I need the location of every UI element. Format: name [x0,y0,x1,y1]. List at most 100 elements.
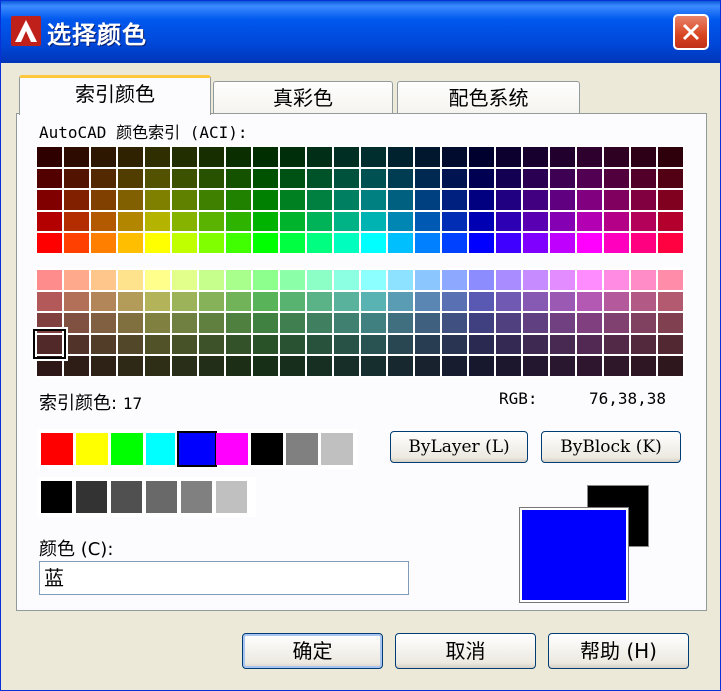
palette-cell[interactable] [577,168,602,188]
palette-cell[interactable] [280,147,305,167]
palette-cell[interactable] [91,211,116,231]
palette-cell[interactable] [496,147,521,167]
tab-color-books[interactable]: 配色系统 [397,81,580,115]
palette-cell[interactable] [253,313,278,333]
palette-cell[interactable] [334,233,359,253]
palette-cell[interactable] [226,313,251,333]
palette-cell[interactable] [307,356,332,376]
palette-cell[interactable] [523,270,548,290]
palette-cell[interactable] [253,334,278,354]
palette-cell[interactable] [199,291,224,311]
palette-cell[interactable] [577,270,602,290]
palette-cell[interactable] [631,233,656,253]
palette-cell[interactable] [442,270,467,290]
palette-cell[interactable] [91,233,116,253]
palette-cell[interactable] [64,211,89,231]
palette-cell[interactable] [523,356,548,376]
palette-cell[interactable] [145,334,170,354]
palette-cell[interactable] [253,291,278,311]
palette-cell[interactable] [172,168,197,188]
palette-cell[interactable] [469,147,494,167]
palette-cell[interactable] [577,190,602,210]
close-button[interactable] [673,14,709,50]
palette-cell[interactable] [361,334,386,354]
palette-cell[interactable] [496,168,521,188]
palette-cell[interactable] [280,168,305,188]
palette-cell[interactable] [307,334,332,354]
palette-cell[interactable] [388,147,413,167]
palette-cell[interactable] [253,211,278,231]
palette-cell[interactable] [469,291,494,311]
palette-cell[interactable] [631,270,656,290]
palette-cell[interactable] [226,270,251,290]
palette-cell[interactable] [550,313,575,333]
palette-cell[interactable] [199,334,224,354]
palette-cell[interactable] [577,233,602,253]
cancel-button[interactable]: 取消 [395,633,536,669]
palette-cell[interactable] [253,190,278,210]
palette-cell[interactable] [550,147,575,167]
ok-button[interactable]: 确定 [242,633,383,669]
palette-cell[interactable] [118,334,143,354]
palette-cell[interactable] [415,313,440,333]
palette-cell[interactable] [280,211,305,231]
palette-cell[interactable] [226,211,251,231]
palette-cell[interactable] [658,211,683,231]
palette-cell[interactable] [118,291,143,311]
palette-cell[interactable] [280,334,305,354]
palette-cell[interactable] [442,190,467,210]
palette-cell[interactable] [550,233,575,253]
palette-cell[interactable] [415,190,440,210]
palette-cell[interactable] [307,313,332,333]
palette-cell[interactable] [226,356,251,376]
palette-cell[interactable] [145,291,170,311]
palette-cell[interactable] [145,190,170,210]
palette-cell[interactable] [64,334,89,354]
standard-color-swatch[interactable] [41,433,73,465]
palette-cell[interactable] [550,334,575,354]
palette-cell[interactable] [388,168,413,188]
palette-cell[interactable] [91,334,116,354]
palette-cell[interactable] [37,233,62,253]
palette-cell[interactable] [415,291,440,311]
palette-cell[interactable] [469,356,494,376]
palette-cell[interactable] [145,147,170,167]
palette-cell[interactable] [361,211,386,231]
palette-cell[interactable] [118,211,143,231]
palette-cell[interactable] [307,291,332,311]
palette-cell[interactable] [280,270,305,290]
palette-cell[interactable] [118,233,143,253]
palette-cell[interactable] [145,356,170,376]
palette-cell[interactable] [388,356,413,376]
palette-cell[interactable] [253,147,278,167]
palette-cell[interactable] [361,270,386,290]
palette-cell[interactable] [334,356,359,376]
palette-cell[interactable] [658,334,683,354]
palette-cell[interactable] [307,190,332,210]
palette-cell[interactable] [91,270,116,290]
palette-cell[interactable] [253,168,278,188]
palette-cell[interactable] [496,270,521,290]
palette-cell[interactable] [631,356,656,376]
standard-color-swatch[interactable] [111,433,143,465]
palette-cell[interactable] [577,334,602,354]
standard-color-swatch[interactable] [76,433,108,465]
palette-cell[interactable] [280,190,305,210]
gray-color-swatch[interactable] [41,481,72,513]
palette-cell[interactable] [577,147,602,167]
bylayer-button[interactable]: ByLayer (L) [390,431,528,463]
palette-cell[interactable] [172,270,197,290]
palette-cell[interactable] [226,147,251,167]
palette-cell[interactable] [37,291,62,311]
palette-cell[interactable] [226,233,251,253]
palette-cell[interactable] [415,334,440,354]
byblock-button[interactable]: ByBlock (K) [541,431,681,463]
palette-cell[interactable] [469,211,494,231]
palette-cell[interactable] [145,211,170,231]
palette-cell[interactable] [334,291,359,311]
palette-cell[interactable] [361,313,386,333]
aci-palette-top[interactable] [35,145,685,255]
palette-cell[interactable] [469,190,494,210]
palette-cell[interactable] [64,291,89,311]
palette-cell[interactable] [415,147,440,167]
